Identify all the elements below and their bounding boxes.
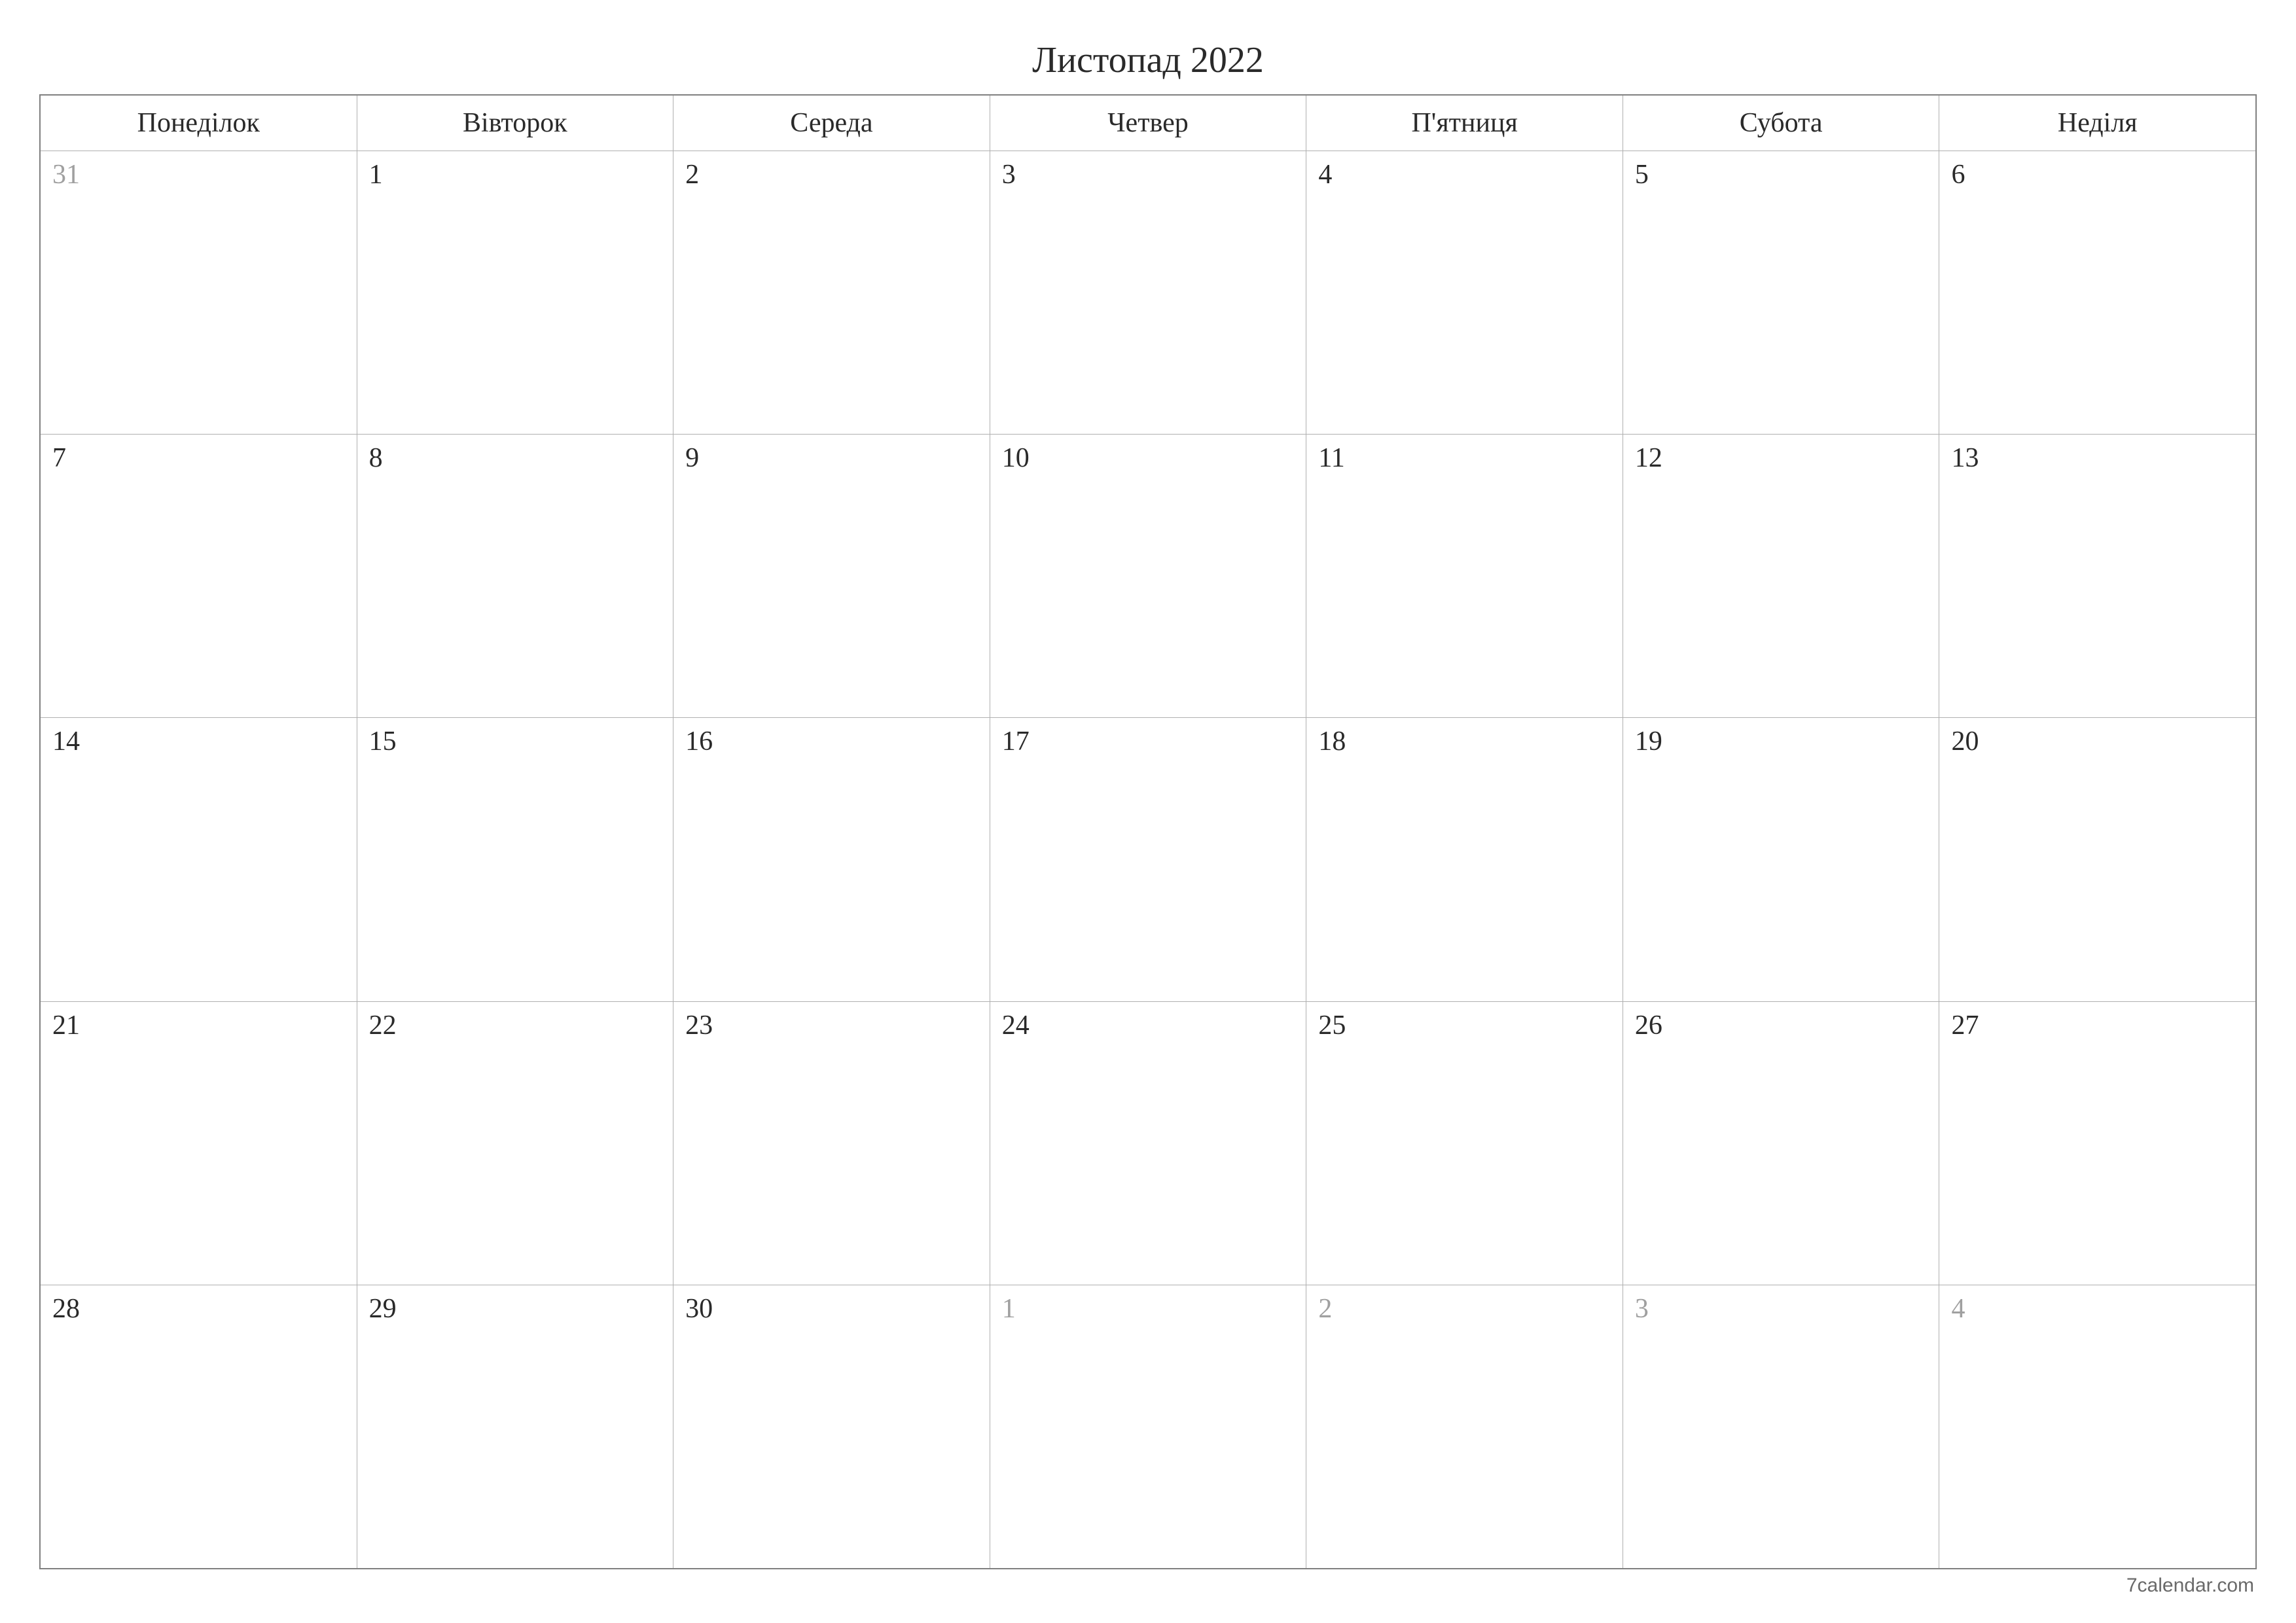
week-row: 28 29 30 1 2 3 4 [41,1285,2255,1568]
day-cell: 3 [990,151,1307,434]
day-cell: 18 [1306,718,1623,1001]
day-cell: 4 [1939,1285,2255,1568]
day-cell: 31 [41,151,357,434]
day-cell: 15 [357,718,674,1001]
day-cell: 2 [1306,1285,1623,1568]
day-cell: 19 [1623,718,1940,1001]
day-cell: 23 [673,1002,990,1285]
weekday-header: Неділя [1939,96,2255,151]
day-cell: 1 [357,151,674,434]
week-row: 7 8 9 10 11 12 13 [41,435,2255,718]
day-cell: 3 [1623,1285,1940,1568]
day-cell: 10 [990,435,1307,717]
day-cell: 2 [673,151,990,434]
day-cell: 16 [673,718,990,1001]
day-cell: 5 [1623,151,1940,434]
calendar-grid: Понеділок Вівторок Середа Четвер П'ятниц… [39,94,2257,1569]
week-row: 14 15 16 17 18 19 20 [41,718,2255,1001]
weekday-header: Середа [673,96,990,151]
day-cell: 20 [1939,718,2255,1001]
day-cell: 9 [673,435,990,717]
week-row: 31 1 2 3 4 5 6 [41,151,2255,435]
weekday-header: П'ятниця [1306,96,1623,151]
day-cell: 13 [1939,435,2255,717]
day-cell: 26 [1623,1002,1940,1285]
day-cell: 4 [1306,151,1623,434]
day-cell: 24 [990,1002,1307,1285]
weekday-header: Субота [1623,96,1940,151]
day-cell: 21 [41,1002,357,1285]
day-cell: 22 [357,1002,674,1285]
weekday-header: Четвер [990,96,1307,151]
day-cell: 14 [41,718,357,1001]
day-cell: 25 [1306,1002,1623,1285]
day-cell: 17 [990,718,1307,1001]
week-row: 21 22 23 24 25 26 27 [41,1002,2255,1285]
day-cell: 8 [357,435,674,717]
footer-attribution: 7calendar.com [39,1569,2257,1597]
day-cell: 1 [990,1285,1307,1568]
day-cell: 12 [1623,435,1940,717]
calendar-title: Листопад 2022 [39,39,2257,81]
day-cell: 7 [41,435,357,717]
weekday-header-row: Понеділок Вівторок Середа Четвер П'ятниц… [41,96,2255,151]
weekday-header: Понеділок [41,96,357,151]
day-cell: 6 [1939,151,2255,434]
day-cell: 29 [357,1285,674,1568]
day-cell: 11 [1306,435,1623,717]
weekday-header: Вівторок [357,96,674,151]
day-cell: 27 [1939,1002,2255,1285]
day-cell: 28 [41,1285,357,1568]
day-cell: 30 [673,1285,990,1568]
